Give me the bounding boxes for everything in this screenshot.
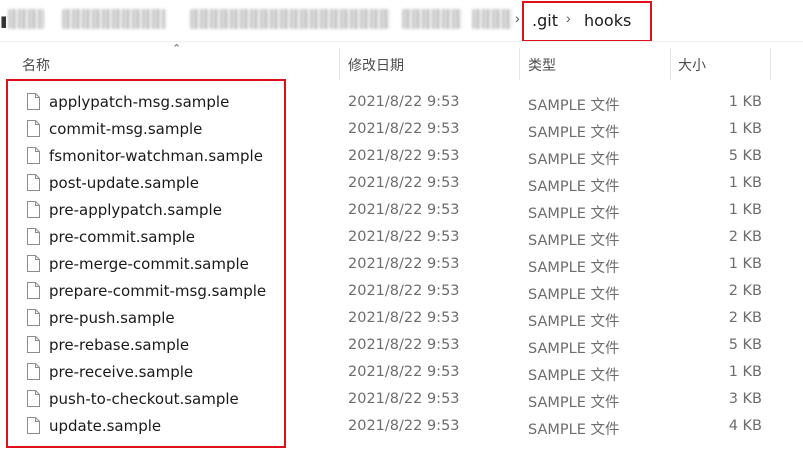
- column-header-name[interactable]: 名称: [22, 55, 50, 75]
- file-type: SAMPLE 文件: [528, 125, 620, 141]
- file-modified: 2021/8/22 9:53: [348, 148, 460, 164]
- file-modified: 2021/8/22 9:53: [348, 94, 460, 110]
- obscured-path-segment: [8, 9, 44, 29]
- file-modified: 2021/8/22 9:53: [348, 283, 460, 299]
- file-type: SAMPLE 文件: [528, 422, 620, 438]
- column-header-modified[interactable]: 修改日期: [348, 55, 404, 75]
- address-bar[interactable]: ■ › .git › hooks: [0, 0, 803, 41]
- file-size: 1 KB: [728, 121, 762, 137]
- chevron-right-icon[interactable]: ›: [515, 10, 520, 26]
- file-modified: 2021/8/22 9:53: [348, 391, 460, 407]
- column-divider[interactable]: [519, 48, 520, 80]
- column-header-size[interactable]: 大小: [678, 55, 706, 75]
- annotation-highlight-path: [522, 1, 652, 42]
- file-size: 1 KB: [728, 202, 762, 218]
- obscured-path-segment: [190, 9, 390, 29]
- file-size: 4 KB: [728, 418, 762, 434]
- file-modified: 2021/8/22 9:53: [348, 256, 460, 272]
- file-type: SAMPLE 文件: [528, 179, 620, 195]
- file-type: SAMPLE 文件: [528, 314, 620, 330]
- file-modified: 2021/8/22 9:53: [348, 175, 460, 191]
- file-type: SAMPLE 文件: [528, 368, 620, 384]
- file-size: 2 KB: [728, 310, 762, 326]
- column-divider[interactable]: [670, 48, 671, 80]
- obscured-path-fragment: ■: [0, 12, 6, 30]
- column-divider[interactable]: [770, 48, 771, 80]
- annotation-highlight-files: [6, 79, 286, 448]
- column-divider[interactable]: [339, 48, 340, 80]
- file-modified: 2021/8/22 9:53: [348, 202, 460, 218]
- file-size: 3 KB: [728, 391, 762, 407]
- file-type: SAMPLE 文件: [528, 341, 620, 357]
- file-modified: 2021/8/22 9:53: [348, 418, 460, 434]
- file-type: SAMPLE 文件: [528, 395, 620, 411]
- file-size: 1 KB: [728, 364, 762, 380]
- file-modified: 2021/8/22 9:53: [348, 229, 460, 245]
- file-type: SAMPLE 文件: [528, 98, 620, 114]
- obscured-path-segment: [62, 9, 166, 29]
- obscured-path-segment: [472, 9, 512, 29]
- file-size: 1 KB: [728, 175, 762, 191]
- file-type: SAMPLE 文件: [528, 206, 620, 222]
- file-size: 2 KB: [728, 229, 762, 245]
- file-modified: 2021/8/22 9:53: [348, 121, 460, 137]
- file-type: SAMPLE 文件: [528, 233, 620, 249]
- file-size: 5 KB: [728, 148, 762, 164]
- file-modified: 2021/8/22 9:53: [348, 364, 460, 380]
- file-size: 1 KB: [728, 94, 762, 110]
- obscured-path-segment: [402, 9, 462, 29]
- file-size: 1 KB: [728, 256, 762, 272]
- file-type: SAMPLE 文件: [528, 287, 620, 303]
- file-modified: 2021/8/22 9:53: [348, 337, 460, 353]
- file-type: SAMPLE 文件: [528, 152, 620, 168]
- file-size: 5 KB: [728, 337, 762, 353]
- divider: [0, 41, 803, 42]
- file-modified: 2021/8/22 9:53: [348, 310, 460, 326]
- file-type: SAMPLE 文件: [528, 260, 620, 276]
- column-header-type[interactable]: 类型: [528, 55, 556, 75]
- file-size: 2 KB: [728, 283, 762, 299]
